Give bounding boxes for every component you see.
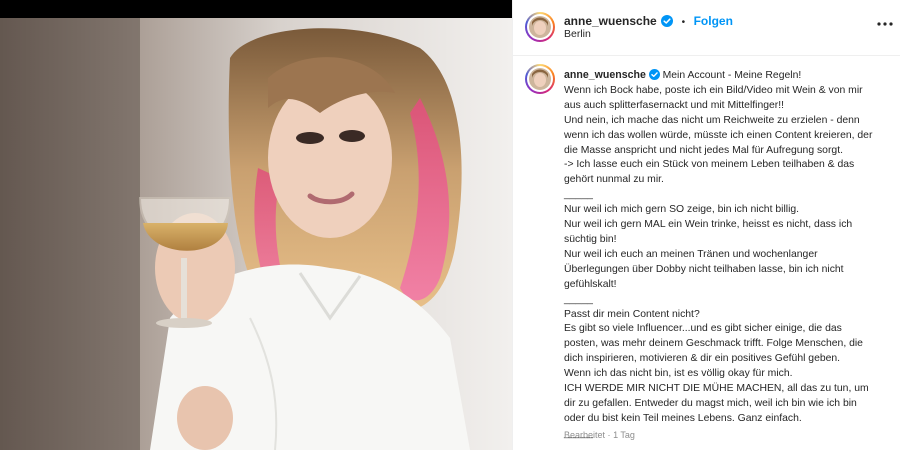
verified-badge-icon [648,69,660,80]
post-header: anne_wuensche • Folgen Berlin [513,0,900,56]
location-link[interactable]: Berlin [564,28,591,40]
post-side-panel: anne_wuensche • Folgen Berlin anne_wuens… [512,0,900,450]
avatar-image [529,68,551,90]
post-meta: Bearbeitet · 1 Tag [564,430,635,440]
caption-text: anne_wuensche Mein Account - Meine Regel… [564,68,874,442]
follow-button[interactable]: Folgen [694,14,733,28]
verified-badge-icon [661,15,674,27]
caption-body: Wenn ich Bock habe, poste ich ein Bild/V… [564,84,873,439]
avatar-image [529,16,551,38]
instagram-post-view: anne_wuensche • Folgen Berlin anne_wuens… [0,0,900,450]
header-username[interactable]: anne_wuensche [564,14,657,28]
post-photo[interactable] [0,18,512,450]
more-options-icon[interactable] [875,17,895,31]
header-separator: • [681,17,686,28]
photo-top-bar [0,0,512,18]
post-photo-panel [0,0,512,450]
meta-separator: · [607,430,611,440]
caption-author-avatar[interactable] [525,64,555,94]
caption-first-line: Mein Account - Meine Regeln! [662,70,802,81]
author-avatar[interactable] [525,12,555,42]
edited-label: Bearbeitet [564,430,606,440]
post-age[interactable]: 1 Tag [613,430,635,440]
caption-username[interactable]: anne_wuensche [564,69,646,81]
